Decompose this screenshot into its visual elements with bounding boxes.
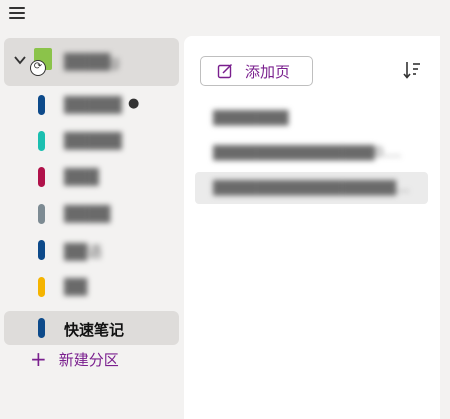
add-page-button[interactable]: 添加页 [200,56,313,86]
section-color-tab [38,318,45,338]
section-label: ███ [64,168,99,186]
section-item[interactable]: ████ [4,197,179,231]
scrollbar[interactable] [440,36,450,419]
section-label: ████ [64,205,111,223]
section-color-tab [38,277,45,297]
new-section-label: 新建分区 [58,350,119,369]
notebook-nav: ⟳ ████g █████ ● █████ ███ ████ ██语 ██ 快速笔记 + 新建… [0,36,184,419]
notebook-sync-icon: ⟳ [30,48,54,76]
section-color-tab [38,240,45,260]
section-item[interactable]: █████ [4,124,179,158]
page-title: ███████████████0.... [213,145,402,161]
section-label: 快速笔记 [64,321,125,339]
page-item[interactable]: █████████████████... [195,172,428,204]
section-item[interactable]: 快速笔记 [4,311,179,345]
page-item[interactable]: ███████████████0.... [195,137,428,169]
sort-icon[interactable] [402,60,422,80]
section-label: █████ [64,96,122,114]
section-label: ██语 [64,243,103,261]
section-item[interactable]: ███ [4,160,179,194]
page-list-panel: 添加页 ███████ ███████████████0.... █████████… [184,36,440,419]
section-label: █████ [64,132,122,150]
plus-icon: + [30,347,47,371]
section-color-tab [38,204,45,224]
notebook-name: ████g [64,53,120,71]
section-item[interactable]: ██语 [4,233,179,267]
chevron-down-icon[interactable] [14,54,26,66]
section-item[interactable]: █████ ● [4,88,179,122]
page-title: ███████ [213,110,289,126]
section-color-tab [38,95,45,115]
unsynced-dot-icon: ● [128,96,140,111]
page-title: █████████████████... [213,180,410,196]
new-section-button[interactable]: + 新建分区 [30,348,119,370]
section-label: ██ [64,278,88,296]
section-color-tab [38,167,45,187]
section-color-tab [38,131,45,151]
add-page-icon [217,63,233,79]
notebook-item[interactable]: ⟳ ████g [4,38,179,86]
add-page-label: 添加页 [245,62,291,81]
hamburger-icon[interactable] [8,5,26,21]
page-item[interactable]: ███████ [195,102,428,134]
section-item[interactable]: ██ [4,270,179,304]
